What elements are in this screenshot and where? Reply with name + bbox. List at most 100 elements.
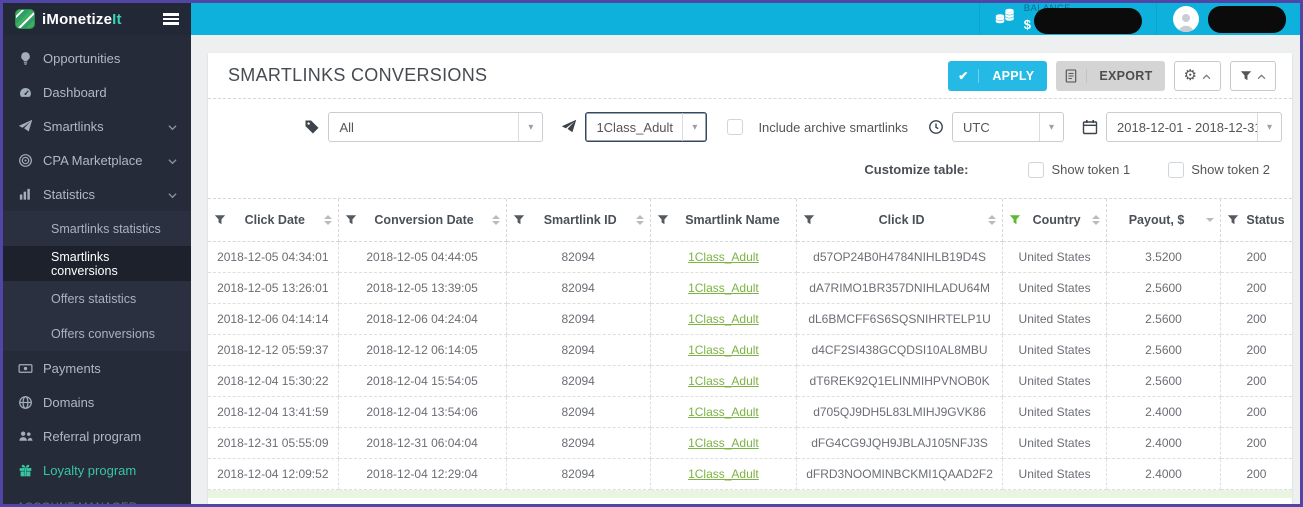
cell-conversion-date: 2018-12-04 13:54:06 xyxy=(338,396,507,428)
archive-checkbox[interactable] xyxy=(727,119,744,135)
statistics-submenu: Smartlinks statistics Smartlinks convers… xyxy=(3,211,191,351)
sidebar-item-loyalty-program[interactable]: Loyalty program xyxy=(3,453,191,487)
sidebar-label: Loyalty program xyxy=(43,462,137,478)
column-header-smartlink-name[interactable]: Smartlink Name xyxy=(650,199,798,242)
sort-icon[interactable] xyxy=(635,214,644,225)
filter-funnel-icon[interactable] xyxy=(214,214,226,226)
smartlink-link[interactable]: 1Class_Adult xyxy=(688,281,759,295)
brand-name[interactable]: iMonetizeIt xyxy=(42,11,122,28)
filter-funnel-icon[interactable] xyxy=(513,214,525,226)
show-token2-checkbox[interactable] xyxy=(1168,161,1185,178)
conversions-card: SMARTLINKS CONVERSIONS ✔ APPLY EXPORT ⚙ xyxy=(208,53,1292,504)
daterange-select[interactable]: 2018-12-01 - 2018-12-31 ▾ xyxy=(1106,112,1282,142)
lightbulb-icon xyxy=(17,50,33,66)
show-token2-label: Show token 2 xyxy=(1191,162,1270,177)
show-token1-label: Show token 1 xyxy=(1051,162,1131,177)
sidebar-label: Smartlinks xyxy=(43,118,104,134)
filter-funnel-icon[interactable] xyxy=(345,214,357,226)
column-header-click-id[interactable]: Click ID xyxy=(796,199,1004,242)
column-label: Smartlink Name xyxy=(685,212,780,227)
apply-button[interactable]: ✔ APPLY xyxy=(948,60,1048,91)
card-header: SMARTLINKS CONVERSIONS ✔ APPLY EXPORT ⚙ xyxy=(208,53,1292,99)
sidebar-item-smartlinks-conversions[interactable]: Smartlinks conversions xyxy=(3,246,191,281)
smartlink-link[interactable]: 1Class_Adult xyxy=(688,374,759,388)
sidebar-toggle-icon[interactable] xyxy=(163,13,179,25)
filter-funnel-icon[interactable] xyxy=(657,214,669,226)
smartlink-link[interactable]: 1Class_Adult xyxy=(688,436,759,450)
chevron-down-icon xyxy=(168,119,177,134)
sort-icon[interactable] xyxy=(491,214,500,225)
cell-smartlink-name: 1Class_Adult xyxy=(650,241,798,273)
cell-payout: 2.5600 xyxy=(1106,303,1221,335)
export-button[interactable]: EXPORT xyxy=(1056,60,1165,91)
gauge-icon xyxy=(17,84,33,100)
smartlink-link[interactable]: 1Class_Adult xyxy=(688,405,759,419)
paper-plane-icon xyxy=(17,118,33,134)
cell-smartlink-id: 82094 xyxy=(506,241,651,273)
cell-status: 200 xyxy=(1220,334,1292,366)
cell-smartlink-id: 82094 xyxy=(506,272,651,304)
sort-icon[interactable] xyxy=(988,214,997,225)
column-header-smartlink-id[interactable]: Smartlink ID xyxy=(506,199,651,242)
table-row: 2018-12-05 04:34:01 2018-12-05 04:44:05 … xyxy=(208,241,1292,273)
chevron-up-icon xyxy=(1202,69,1211,83)
column-header-payout[interactable]: Payout, $ xyxy=(1106,199,1221,242)
user-menu[interactable] xyxy=(1156,3,1300,35)
smartlink-link[interactable]: 1Class_Adult xyxy=(688,312,759,326)
sidebar-item-domains[interactable]: Domains xyxy=(3,385,191,419)
sidebar-item-offers-conversions[interactable]: Offers conversions xyxy=(3,316,191,351)
sidebar-item-referral-program[interactable]: Referral program xyxy=(3,419,191,453)
cell-status: 200 xyxy=(1220,241,1292,273)
sidebar-item-offers-statistics[interactable]: Offers statistics xyxy=(3,281,191,316)
cell-conversion-date: 2018-12-06 04:24:04 xyxy=(338,303,507,335)
smartlink-link[interactable]: 1Class_Adult xyxy=(688,467,759,481)
cell-smartlink-id: 82094 xyxy=(506,396,651,428)
cell-smartlink-id: 82094 xyxy=(506,303,651,335)
table-settings-button[interactable]: ⚙ xyxy=(1173,60,1221,91)
column-header-country[interactable]: Country xyxy=(1002,199,1108,242)
sidebar-item-payments[interactable]: Payments xyxy=(3,351,191,385)
filter-funnel-icon-active[interactable] xyxy=(1009,214,1021,226)
cell-country: United States xyxy=(1002,396,1108,428)
chevron-down-icon: ▾ xyxy=(1257,113,1281,141)
cell-click-date: 2018-12-04 13:41:59 xyxy=(208,396,339,428)
column-header-click-date[interactable]: Click Date xyxy=(208,199,339,242)
tags-select[interactable]: All ▾ xyxy=(328,112,544,142)
timezone-select[interactable]: UTC ▾ xyxy=(952,112,1064,142)
sort-icon[interactable] xyxy=(1092,214,1101,225)
cell-payout: 2.5600 xyxy=(1106,272,1221,304)
column-header-conversion-date[interactable]: Conversion Date xyxy=(338,199,507,242)
totals-row-partial xyxy=(208,489,1292,498)
cell-country: United States xyxy=(1002,458,1108,490)
filters-toggle-button[interactable] xyxy=(1230,60,1276,91)
cell-conversion-date: 2018-12-12 06:14:05 xyxy=(338,334,507,366)
sidebar-item-opportunities[interactable]: Opportunities xyxy=(3,41,191,75)
sidebar-item-smartlinks-statistics[interactable]: Smartlinks statistics xyxy=(3,211,191,246)
column-header-status[interactable]: Status xyxy=(1220,199,1292,242)
header-actions: ✔ APPLY EXPORT ⚙ xyxy=(948,60,1276,91)
table-row: 2018-12-12 05:59:37 2018-12-12 06:14:05 … xyxy=(208,334,1292,366)
cell-smartlink-id: 82094 xyxy=(506,458,651,490)
smartlink-select[interactable]: 1Class_Adult ▾ xyxy=(585,112,708,142)
sidebar: iMonetizeIt Opportunities Dashboard Smar… xyxy=(3,3,191,504)
balance-widget[interactable]: BALANCE $ xyxy=(978,3,1156,35)
smartlink-link[interactable]: 1Class_Adult xyxy=(688,250,759,264)
sidebar-item-cpa-marketplace[interactable]: CPA Marketplace xyxy=(3,143,191,177)
sidebar-item-smartlinks[interactable]: Smartlinks xyxy=(3,109,191,143)
show-token1-checkbox[interactable] xyxy=(1028,161,1045,178)
sidebar-item-statistics[interactable]: Statistics xyxy=(3,177,191,211)
cell-click-id: dL6BMCFF6S6SQSNIHRTELP1U xyxy=(796,303,1004,335)
cell-status: 200 xyxy=(1220,365,1292,397)
cell-payout: 2.5600 xyxy=(1106,365,1221,397)
column-label: Status xyxy=(1246,212,1285,227)
filter-funnel-icon[interactable] xyxy=(1227,214,1239,226)
filter-funnel-icon[interactable] xyxy=(803,214,815,226)
sort-icon[interactable] xyxy=(323,214,332,225)
cell-click-id: d705QJ9DH5L83LMIHJ9GVK86 xyxy=(796,396,1004,428)
sort-desc-icon[interactable] xyxy=(1205,217,1214,222)
smartlink-link[interactable]: 1Class_Adult xyxy=(688,343,759,357)
cell-smartlink-name: 1Class_Adult xyxy=(650,427,798,459)
cell-conversion-date: 2018-12-05 04:44:05 xyxy=(338,241,507,273)
sidebar-label: Offers statistics xyxy=(51,291,137,306)
sidebar-item-dashboard[interactable]: Dashboard xyxy=(3,75,191,109)
